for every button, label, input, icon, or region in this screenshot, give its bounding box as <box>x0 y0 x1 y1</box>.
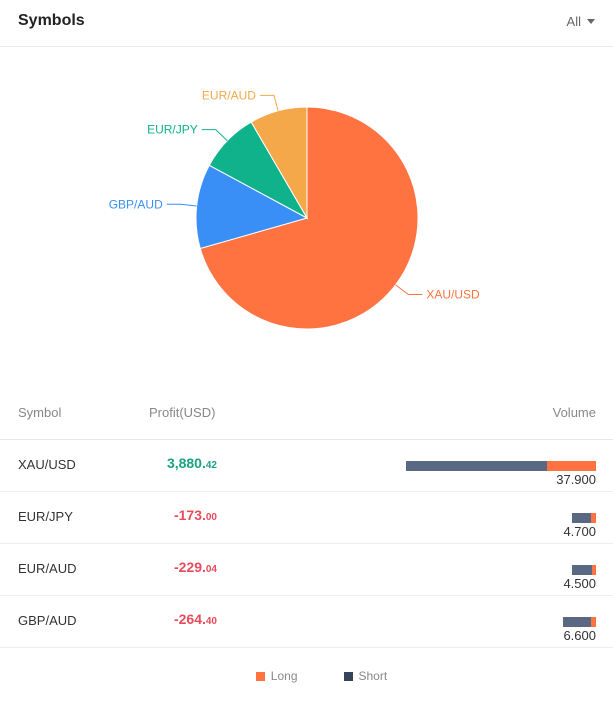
volume-bar <box>572 565 596 575</box>
volume-bar <box>572 513 596 523</box>
pie-leader-line <box>201 129 228 142</box>
profit-decimal: 42 <box>205 460 217 471</box>
profit-decimal: 00 <box>205 512 217 523</box>
column-header-volume: Volume <box>552 405 596 420</box>
column-header-profit: Profit(USD) <box>149 405 216 420</box>
legend-label-long: Long <box>270 669 298 683</box>
row-volume: 4.700 <box>563 524 596 539</box>
volume-bar <box>562 617 596 627</box>
row-volume: 6.600 <box>563 628 596 643</box>
legend-swatch-long <box>255 671 265 681</box>
legend-swatch-short <box>343 671 353 681</box>
profit-integer: -229. <box>173 559 206 575</box>
legend-item-long[interactable]: Long <box>255 668 298 684</box>
legend-label-short: Short <box>358 669 388 683</box>
long-volume-segment <box>592 565 596 575</box>
pie-label: GBP/AUD <box>109 197 163 211</box>
volume-bar <box>406 461 596 471</box>
profit-decimal: 40 <box>205 616 217 627</box>
pie-leader-line <box>395 284 423 295</box>
filter-dropdown[interactable]: All <box>567 14 595 29</box>
profit-integer: -173. <box>173 507 206 523</box>
short-volume-segment <box>562 617 592 627</box>
row-profit: -173.00 <box>174 507 217 523</box>
profit-integer: -264. <box>173 611 206 627</box>
row-volume: 37.900 <box>556 472 596 487</box>
pie-label: XAU/USD <box>426 287 480 301</box>
long-volume-segment <box>591 617 596 627</box>
row-profit: 3,880.42 <box>167 455 217 471</box>
row-profit: -229.04 <box>174 559 217 575</box>
table-header: Symbol Profit(USD) Volume <box>0 388 613 440</box>
short-volume-segment <box>406 461 547 471</box>
row-symbol: EUR/AUD <box>18 561 77 576</box>
table-row[interactable]: EUR/AUD -229.04 4.500 <box>0 544 613 596</box>
panel-title: Symbols <box>18 12 85 29</box>
panel-header: Symbols All <box>0 0 613 47</box>
table-row[interactable]: XAU/USD 3,880.42 37.900 <box>0 440 613 492</box>
profit-integer: 3,880. <box>166 455 206 471</box>
row-symbol: EUR/JPY <box>18 509 73 524</box>
short-volume-segment <box>572 565 592 575</box>
table-row[interactable]: GBP/AUD -264.40 6.600 <box>0 596 613 648</box>
volume-legend: Long Short <box>0 668 613 684</box>
row-symbol: GBP/AUD <box>18 613 77 628</box>
short-volume-segment <box>572 513 591 523</box>
pie-label: EUR/AUD <box>202 88 256 102</box>
row-volume: 4.500 <box>563 576 596 591</box>
row-profit: -264.40 <box>174 611 217 627</box>
caret-down-icon <box>587 19 595 24</box>
long-volume-segment <box>590 513 596 523</box>
pie-leader-line <box>166 203 197 207</box>
pie-leader-line <box>259 94 279 111</box>
long-volume-segment <box>546 461 596 471</box>
row-symbol: XAU/USD <box>18 457 76 472</box>
column-header-symbol: Symbol <box>18 405 62 420</box>
table-row[interactable]: EUR/JPY -173.00 4.700 <box>0 492 613 544</box>
filter-label: All <box>566 14 581 29</box>
legend-item-short[interactable]: Short <box>343 668 388 684</box>
symbols-pie-chart: XAU/USD GBP/AUD EUR/JPY EUR/AUD <box>109 88 480 330</box>
profit-decimal: 04 <box>205 564 217 575</box>
pie-label: EUR/JPY <box>147 123 198 137</box>
